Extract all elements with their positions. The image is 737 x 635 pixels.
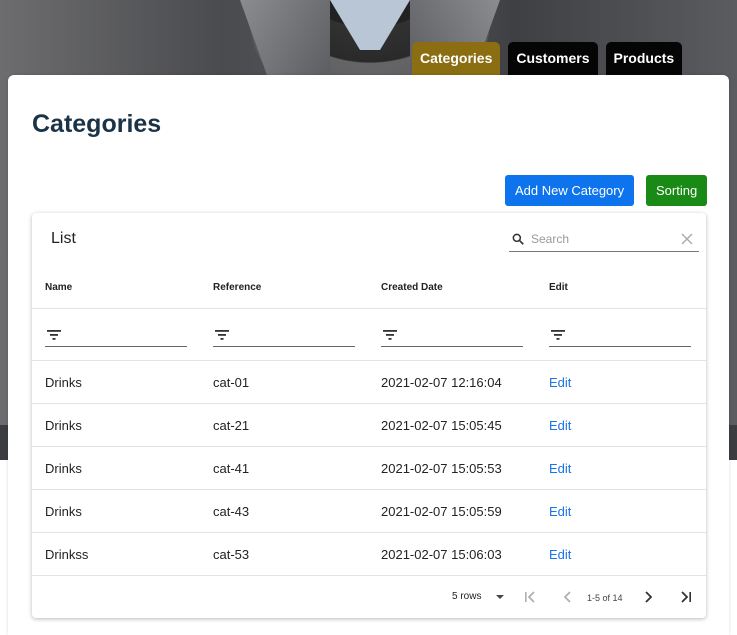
chevron-right-icon[interactable] (640, 589, 656, 605)
cell-created-date: 2021-02-07 15:05:53 (381, 461, 502, 476)
cell-reference: cat-41 (213, 461, 250, 476)
filter-row (32, 308, 706, 360)
search-icon (512, 233, 524, 245)
cell-reference: cat-21 (213, 418, 250, 433)
cell-name: Drinkss (45, 547, 89, 562)
first-page-icon[interactable] (522, 589, 538, 605)
page-info: 1-5 of 14 (587, 593, 623, 603)
close-icon[interactable] (681, 233, 693, 245)
cell-name: Drinks (45, 461, 82, 476)
filter-icon (215, 330, 229, 340)
pagination-bar: 5 rows 1-5 of 14 (32, 575, 706, 618)
filter-created-date-input[interactable] (381, 327, 523, 347)
cell-name: Drinks (45, 418, 82, 433)
nav-tabs: Categories Customers Products (412, 42, 683, 75)
cell-name: Drinks (45, 375, 82, 390)
tab-categories[interactable]: Categories (412, 42, 501, 75)
column-header-name[interactable]: Name (45, 282, 72, 293)
cell-reference: cat-43 (213, 504, 250, 519)
cell-created-date: 2021-02-07 15:06:03 (381, 547, 502, 562)
hero-photo-detail (240, 0, 330, 75)
tab-products[interactable]: Products (605, 42, 683, 75)
hero-photo-detail (330, 0, 410, 50)
cell-created-date: 2021-02-07 15:05:45 (381, 418, 502, 433)
cell-created-date: 2021-02-07 15:05:59 (381, 504, 502, 519)
edit-link[interactable]: Edit (549, 461, 571, 476)
column-header-edit[interactable]: Edit (549, 282, 568, 293)
main-card: Categories Add New Category Sorting List… (8, 75, 729, 635)
caret-down-icon[interactable] (495, 593, 505, 601)
table-row: Drinks cat-41 2021-02-07 15:05:53 Edit (32, 446, 706, 489)
search-input[interactable]: Search (531, 232, 569, 246)
last-page-icon[interactable] (678, 589, 694, 605)
table-title: List (51, 230, 76, 247)
table-row: Drinks cat-21 2021-02-07 15:05:45 Edit (32, 403, 706, 446)
table-row: Drinks cat-01 2021-02-07 12:16:04 Edit (32, 360, 706, 403)
filter-icon (47, 330, 61, 340)
search-field[interactable]: Search (509, 227, 699, 252)
filter-name-input[interactable] (45, 327, 187, 347)
edit-link[interactable]: Edit (549, 504, 571, 519)
table-row: Drinkss cat-53 2021-02-07 15:06:03 Edit (32, 532, 706, 575)
table-row: Drinks cat-43 2021-02-07 15:05:59 Edit (32, 489, 706, 532)
edit-link[interactable]: Edit (549, 418, 571, 433)
column-header-created-date[interactable]: Created Date (381, 282, 443, 293)
cell-reference: cat-53 (213, 547, 250, 562)
filter-reference-input[interactable] (213, 327, 355, 347)
cell-name: Drinks (45, 504, 82, 519)
rows-per-page-select[interactable]: 5 rows (452, 591, 481, 602)
edit-link[interactable]: Edit (549, 547, 571, 562)
table-panel: List Search Name Reference Created Date … (32, 213, 706, 618)
filter-edit-input[interactable] (549, 327, 691, 347)
edit-link[interactable]: Edit (549, 375, 571, 390)
filter-icon (551, 330, 565, 340)
cell-created-date: 2021-02-07 12:16:04 (381, 375, 502, 390)
column-header-reference[interactable]: Reference (213, 282, 261, 293)
tab-customers[interactable]: Customers (508, 42, 598, 75)
sorting-button[interactable]: Sorting (646, 175, 708, 206)
page-title: Categories (32, 110, 162, 138)
chevron-left-icon[interactable] (560, 589, 576, 605)
filter-icon (383, 330, 397, 340)
cell-reference: cat-01 (213, 375, 250, 390)
add-new-category-button[interactable]: Add New Category (505, 175, 635, 206)
